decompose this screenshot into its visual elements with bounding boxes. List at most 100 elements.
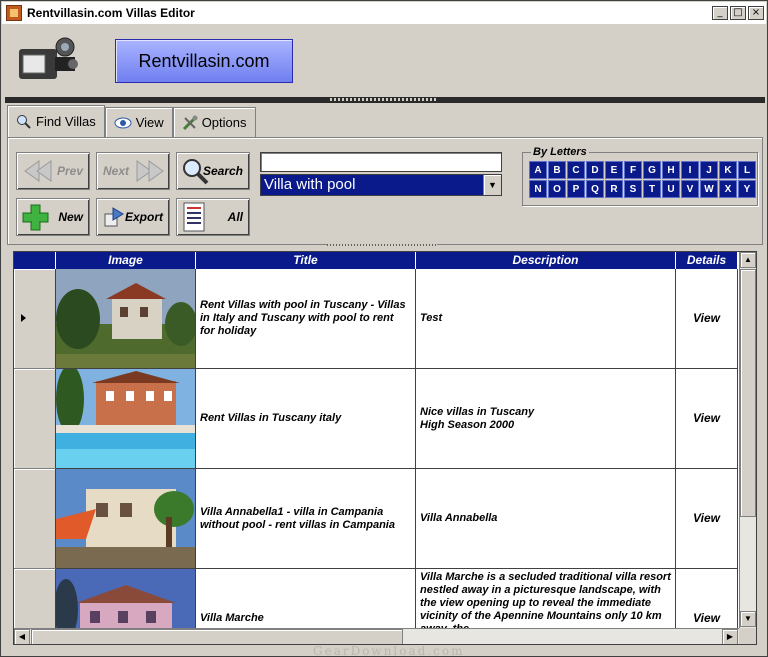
letter-button-e[interactable]: E [605, 161, 623, 179]
villa-image [56, 469, 196, 569]
column-header-image[interactable]: Image [56, 252, 196, 269]
villa-description: Test [416, 269, 676, 369]
letter-button-b[interactable]: B [548, 161, 566, 179]
row-indicator[interactable] [14, 369, 56, 469]
tab-options-label: Options [201, 115, 247, 130]
row-indicator[interactable] [14, 269, 56, 369]
letter-button-c[interactable]: C [567, 161, 585, 179]
close-button[interactable]: × [748, 6, 764, 20]
all-label: All [227, 210, 243, 224]
arrow-right-icon [136, 160, 164, 182]
search-button[interactable]: Search [176, 152, 250, 190]
app-window: Rentvillasin.com Villas Editor _ □ × Ren… [0, 0, 768, 657]
filter-dropdown[interactable]: Villa with pool ▼ [260, 174, 502, 196]
letter-button-s[interactable]: S [624, 180, 642, 198]
villa-title: Rent Villas in Tuscany italy [196, 369, 416, 469]
scroll-down-button[interactable]: ▼ [740, 611, 756, 627]
villas-grid: Image Title Description Details Rent Vil… [13, 251, 757, 645]
letter-button-l[interactable]: L [738, 161, 756, 179]
current-row-icon [21, 314, 26, 322]
export-icon [104, 207, 124, 227]
table-row[interactable]: Rent Villas with pool in Tuscany - Villa… [14, 269, 738, 369]
export-button[interactable]: Export [96, 198, 170, 236]
letter-button-a[interactable]: A [529, 161, 547, 179]
letter-button-h[interactable]: H [662, 161, 680, 179]
letter-button-g[interactable]: G [643, 161, 661, 179]
column-header-description[interactable]: Description [416, 252, 676, 269]
scroll-right-button[interactable]: ▶ [722, 629, 738, 644]
title-bar: Rentvillasin.com Villas Editor _ □ × [2, 2, 766, 24]
letter-button-d[interactable]: D [586, 161, 604, 179]
minimize-button[interactable]: _ [712, 6, 728, 20]
app-icon [6, 5, 22, 21]
column-header-details[interactable]: Details [676, 252, 738, 269]
view-details-link[interactable]: View [676, 369, 738, 469]
window-title: Rentvillasin.com Villas Editor [27, 6, 195, 20]
by-letters-group: By Letters ABCDEFGHIJKL NOPQRSTUVWXY [522, 146, 758, 206]
all-button[interactable]: All [176, 198, 250, 236]
scrollbar-corner [739, 628, 756, 644]
table-row[interactable]: Villa Annabella1 - villa in Campania wit… [14, 469, 738, 569]
vertical-scrollbar[interactable]: ▲ ▼ [739, 252, 756, 628]
letter-button-o[interactable]: O [548, 180, 566, 198]
find-villas-panel: Prev Next Search New Export All Villa wi… [7, 137, 763, 245]
header-splitter[interactable] [5, 97, 765, 103]
letter-button-w[interactable]: W [700, 180, 718, 198]
letter-button-t[interactable]: T [643, 180, 661, 198]
video-camera-icon [19, 37, 78, 79]
table-row[interactable]: Rent Villas in Tuscany italy Nice villas… [14, 369, 738, 469]
view-details-link[interactable]: View [676, 269, 738, 369]
vertical-scroll-thumb[interactable] [740, 269, 756, 517]
letter-buttons: ABCDEFGHIJKL NOPQRSTUVWXY [529, 161, 756, 198]
view-details-label: View [693, 611, 720, 625]
letter-button-q[interactable]: Q [586, 180, 604, 198]
magnifier-icon [17, 114, 31, 129]
new-label: New [58, 210, 83, 224]
scroll-up-button[interactable]: ▲ [740, 252, 756, 268]
panel-splitter[interactable] [327, 244, 437, 246]
letter-button-y[interactable]: Y [738, 180, 756, 198]
view-details-label: View [693, 411, 720, 425]
indicator-header [14, 252, 56, 269]
tab-view[interactable]: View [104, 107, 173, 137]
letter-button-k[interactable]: K [719, 161, 737, 179]
villa-description: Villa Annabella [416, 469, 676, 569]
letter-button-n[interactable]: N [529, 180, 547, 198]
tab-find-villas[interactable]: Find Villas [7, 105, 105, 137]
chevron-down-icon[interactable]: ▼ [483, 175, 501, 195]
next-label: Next [103, 164, 130, 178]
prev-button[interactable]: Prev [16, 152, 90, 190]
letter-button-i[interactable]: I [681, 161, 699, 179]
document-list-icon [183, 202, 205, 232]
villa-description: Nice villas in Tuscany High Season 2000 [416, 369, 676, 469]
view-details-label: View [693, 511, 720, 525]
next-button[interactable]: Next [96, 152, 170, 190]
letter-button-v[interactable]: V [681, 180, 699, 198]
column-header-title[interactable]: Title [196, 252, 416, 269]
letter-button-r[interactable]: R [605, 180, 623, 198]
letter-button-f[interactable]: F [624, 161, 642, 179]
search-input[interactable] [260, 152, 502, 172]
letter-button-u[interactable]: U [662, 180, 680, 198]
header: Rentvillasin.com [5, 25, 765, 97]
view-details-link[interactable]: View [676, 469, 738, 569]
tab-strip: Find Villas View Options [7, 105, 256, 137]
row-indicator[interactable] [14, 469, 56, 569]
tab-view-label: View [135, 115, 164, 130]
scroll-left-button[interactable]: ◀ [14, 629, 30, 644]
export-label: Export [124, 210, 163, 224]
view-details-label: View [693, 311, 720, 325]
prev-label: Prev [56, 164, 83, 178]
maximize-button[interactable]: □ [730, 6, 746, 20]
letter-button-p[interactable]: P [567, 180, 585, 198]
horizontal-scroll-thumb[interactable] [31, 629, 403, 644]
brand-button[interactable]: Rentvillasin.com [115, 39, 293, 83]
horizontal-scrollbar[interactable]: ◀ ▶ [14, 628, 739, 644]
arrow-left-icon [24, 160, 52, 182]
letter-button-j[interactable]: J [700, 161, 718, 179]
plus-icon [22, 204, 49, 231]
new-button[interactable]: New [16, 198, 90, 236]
letter-button-x[interactable]: X [719, 180, 737, 198]
grid-header: Image Title Description Details [14, 252, 738, 269]
tab-options[interactable]: Options [172, 107, 256, 137]
